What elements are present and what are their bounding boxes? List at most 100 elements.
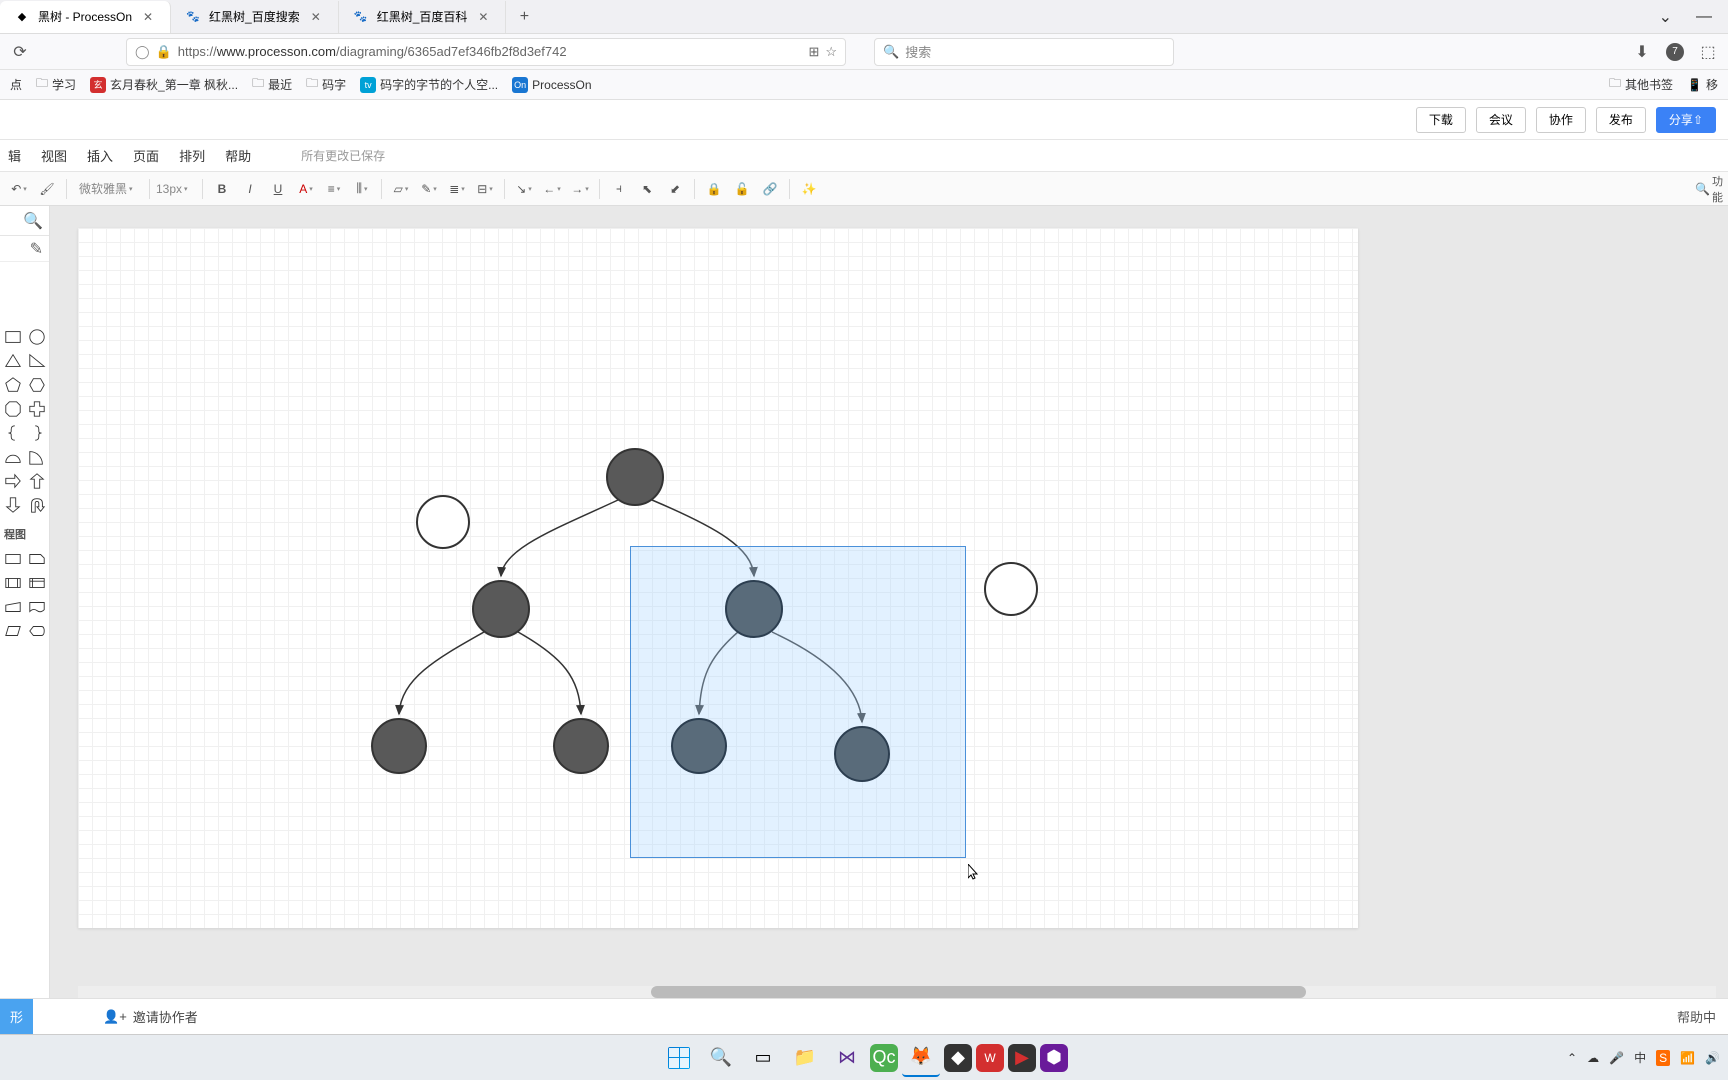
shape-brace-right[interactable]: [28, 424, 46, 442]
line-height-icon[interactable]: ⫼: [349, 176, 375, 202]
shape-arrow-uturn[interactable]: [28, 496, 46, 514]
search-icon[interactable]: 🔍: [702, 1039, 740, 1077]
tree-node[interactable]: [371, 718, 427, 774]
shape-arrow-up[interactable]: [28, 472, 46, 490]
explorer-icon[interactable]: 📁: [786, 1039, 824, 1077]
link-icon[interactable]: 🔗: [757, 176, 783, 202]
close-icon[interactable]: ✕: [308, 9, 324, 25]
border-icon[interactable]: ≣: [444, 176, 470, 202]
meeting-button[interactable]: 会议: [1476, 107, 1526, 133]
edge[interactable]: [399, 632, 484, 714]
app-icon[interactable]: ⬢: [1040, 1044, 1068, 1072]
shape-document[interactable]: [28, 598, 46, 616]
new-tab-button[interactable]: +: [510, 3, 538, 31]
unlock-icon[interactable]: 🔓: [729, 176, 755, 202]
menu-page[interactable]: 页面: [133, 146, 159, 165]
publish-button[interactable]: 发布: [1596, 107, 1646, 133]
menu-insert[interactable]: 插入: [87, 146, 113, 165]
menu-edit[interactable]: 辑: [8, 146, 21, 165]
sogou-icon[interactable]: S: [1656, 1050, 1670, 1066]
notification-badge[interactable]: 7: [1666, 43, 1684, 61]
bookmark-item[interactable]: OnProcessOn: [512, 77, 591, 93]
canvas-horizontal-scrollbar[interactable]: [78, 986, 1716, 998]
arrow-start-icon[interactable]: ←: [539, 176, 565, 202]
sidebar-search-icon[interactable]: 🔍: [0, 206, 49, 236]
bookmark-folder[interactable]: 🗀最近: [252, 74, 292, 95]
tree-node[interactable]: [472, 580, 530, 638]
tree-node[interactable]: [606, 448, 664, 506]
menu-arrange[interactable]: 排列: [179, 146, 205, 165]
bookmark-mobile[interactable]: 📱移: [1687, 74, 1718, 95]
firefox-icon[interactable]: 🦊: [902, 1039, 940, 1077]
shape-circle[interactable]: [28, 328, 46, 346]
search-function-icon[interactable]: 🔍功能: [1696, 176, 1722, 202]
shape-process[interactable]: [4, 550, 22, 568]
edge[interactable]: [501, 500, 618, 576]
edge[interactable]: [518, 632, 581, 714]
extension-icon[interactable]: ⬚: [1698, 42, 1718, 62]
shape-manual-input[interactable]: [4, 598, 22, 616]
ime-icon[interactable]: 中: [1634, 1049, 1646, 1066]
wps-icon[interactable]: W: [976, 1044, 1004, 1072]
align-icon[interactable]: ≡: [321, 176, 347, 202]
shape-rectangle[interactable]: [4, 328, 22, 346]
bookmark-item[interactable]: 点: [10, 76, 22, 93]
shape-data[interactable]: [4, 622, 22, 640]
volume-icon[interactable]: 🔊: [1705, 1051, 1720, 1065]
wifi-icon[interactable]: 📶: [1680, 1051, 1695, 1065]
canvas-area[interactable]: [50, 206, 1728, 998]
shape-display[interactable]: [28, 622, 46, 640]
bold-icon[interactable]: B: [209, 176, 235, 202]
bookmark-item[interactable]: tv码字的字节的个人空...: [360, 76, 498, 93]
app-icon[interactable]: ▶: [1008, 1044, 1036, 1072]
shape-cross[interactable]: [28, 400, 46, 418]
minimize-icon[interactable]: —: [1696, 8, 1712, 26]
shape-octagon[interactable]: [4, 400, 22, 418]
bookmark-other-folder[interactable]: 🗀其他书签: [1609, 74, 1673, 95]
menu-help[interactable]: 帮助: [225, 146, 251, 165]
shape-right-triangle[interactable]: [28, 352, 46, 370]
tab-baidu-search[interactable]: 🐾 红黑树_百度搜索 ✕: [171, 1, 339, 33]
bookmark-item[interactable]: 玄玄月春秋_第一章 枫秋...: [90, 76, 238, 93]
tree-node[interactable]: [416, 495, 470, 549]
shape-internal-storage[interactable]: [28, 574, 46, 592]
tab-dropdown-icon[interactable]: ⌄: [1659, 7, 1672, 27]
fill-color-icon[interactable]: ▱: [388, 176, 414, 202]
font-size-select[interactable]: 13px: [156, 182, 196, 196]
undo-icon[interactable]: ↶: [6, 176, 32, 202]
bookmark-folder[interactable]: 🗀学习: [36, 74, 76, 95]
text-color-icon[interactable]: A: [293, 176, 319, 202]
shape-arrow-down[interactable]: [4, 496, 22, 514]
task-view-icon[interactable]: ▭: [744, 1039, 782, 1077]
url-input[interactable]: ◯ 🔒 https://www.processon.com/diagraming…: [126, 38, 846, 66]
lock-icon[interactable]: 🔒: [701, 176, 727, 202]
chevron-up-icon[interactable]: ⌃: [1567, 1051, 1577, 1065]
canvas[interactable]: [78, 228, 1358, 928]
tree-node[interactable]: [984, 562, 1038, 616]
qr-icon[interactable]: ⊞: [808, 44, 819, 60]
send-back-icon[interactable]: ⬋: [662, 176, 688, 202]
download-icon[interactable]: ⬇: [1632, 42, 1652, 62]
help-center-link[interactable]: 帮助中: [1677, 1007, 1716, 1026]
reload-icon[interactable]: ⟳: [10, 42, 30, 62]
shape-semicircle[interactable]: [4, 448, 22, 466]
vscode-icon[interactable]: ⋈: [828, 1039, 866, 1077]
bookmark-folder[interactable]: 🗀码字: [306, 74, 346, 95]
tree-node[interactable]: [671, 718, 727, 774]
shape-arrow-right[interactable]: [4, 472, 22, 490]
font-select[interactable]: 微软雅黑: [73, 177, 143, 201]
share-button[interactable]: 分享 ⇧: [1656, 107, 1716, 133]
close-icon[interactable]: ✕: [475, 9, 491, 25]
magic-icon[interactable]: ✨: [796, 176, 822, 202]
border-style-icon[interactable]: ⊟: [472, 176, 498, 202]
bring-front-icon[interactable]: ⬉: [634, 176, 660, 202]
download-button[interactable]: 下载: [1416, 107, 1466, 133]
collab-button[interactable]: 协作: [1536, 107, 1586, 133]
scrollbar-thumb[interactable]: [651, 986, 1306, 998]
tree-node[interactable]: [725, 580, 783, 638]
shape-hexagon[interactable]: [28, 376, 46, 394]
arrow-end-icon[interactable]: →: [567, 176, 593, 202]
tree-node[interactable]: [553, 718, 609, 774]
start-button[interactable]: [660, 1039, 698, 1077]
shape-quarter-circle[interactable]: [28, 448, 46, 466]
